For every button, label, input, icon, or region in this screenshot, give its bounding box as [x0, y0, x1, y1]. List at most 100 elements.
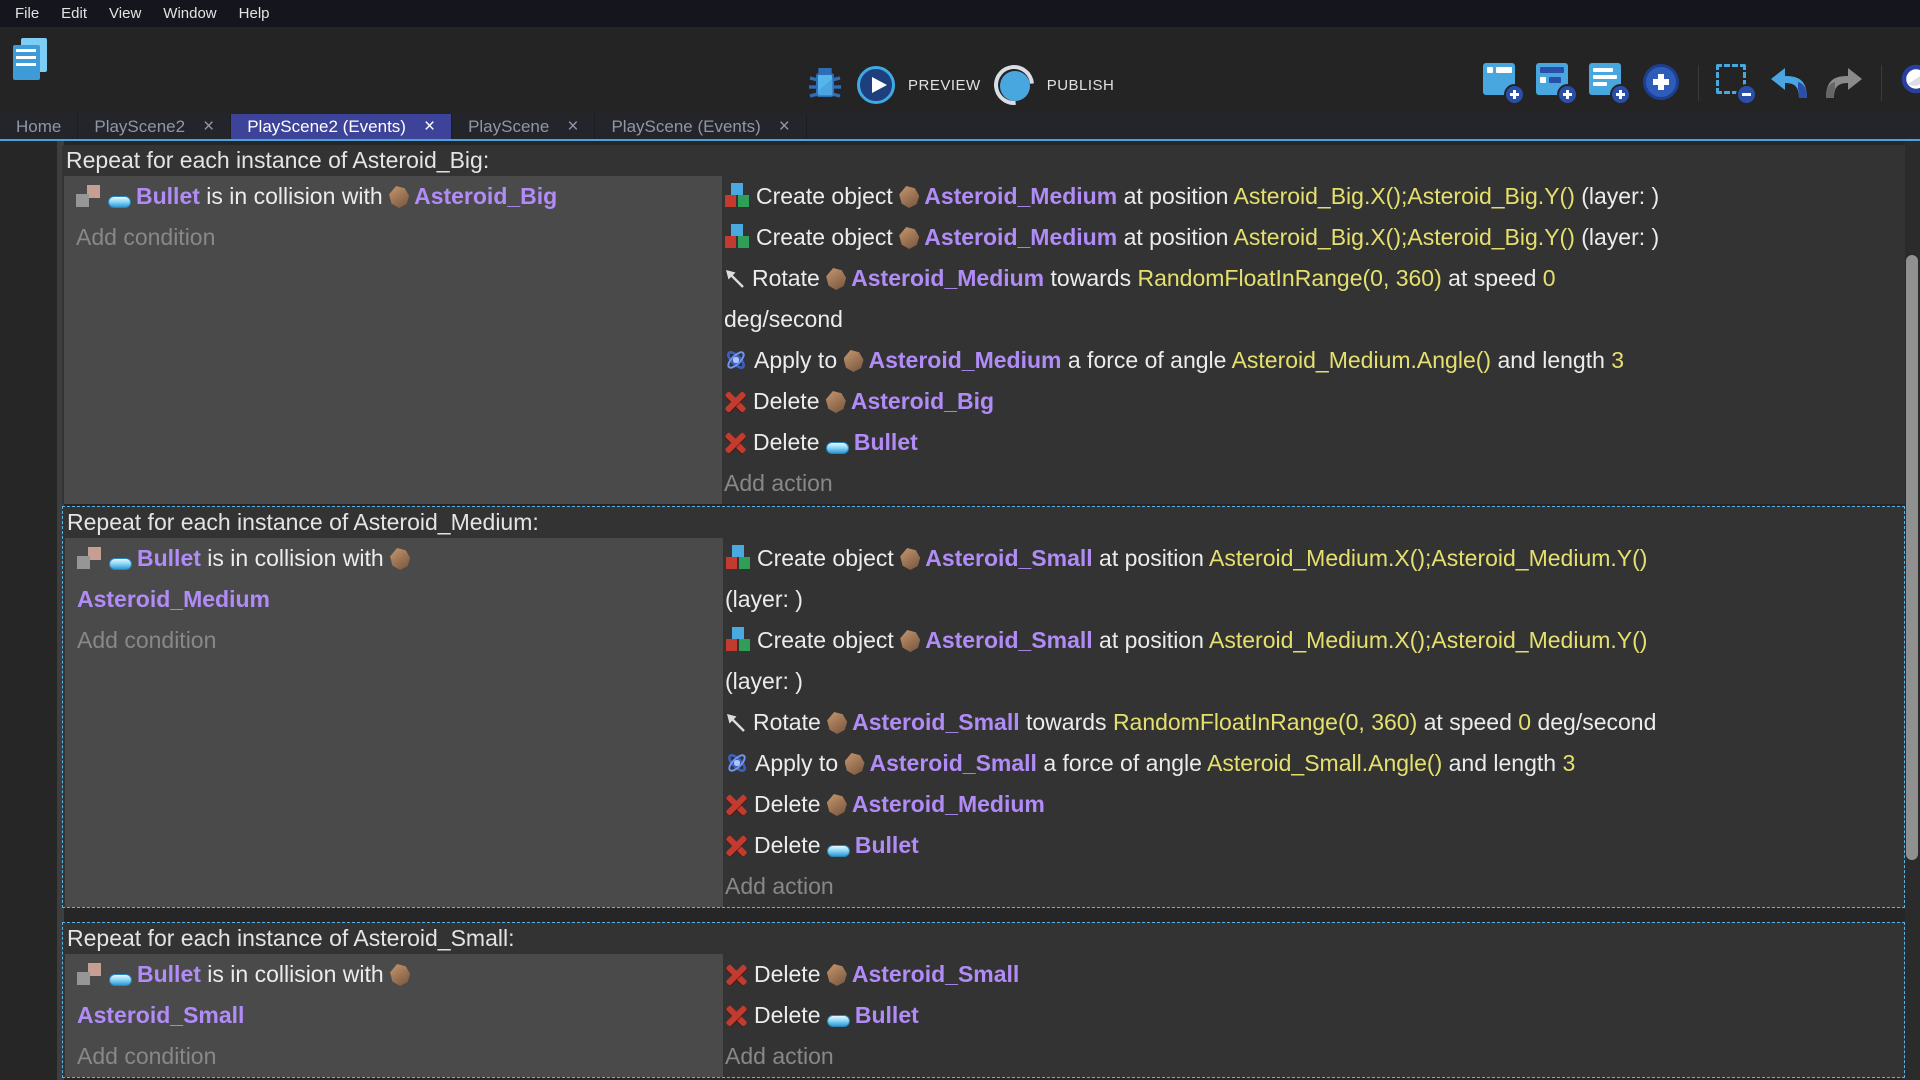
- text: (layer: ): [725, 668, 803, 694]
- object-name: Bullet: [137, 545, 201, 571]
- add-event-icon[interactable]: [1483, 63, 1523, 103]
- scrollbar-thumb[interactable]: [1906, 255, 1918, 860]
- delete-icon: [725, 834, 748, 857]
- asteroid-object-icon: [826, 268, 846, 290]
- rotate-icon: [724, 268, 746, 290]
- condition-row[interactable]: Bullet is in collision with Asteroid_Big: [76, 176, 712, 217]
- action-row[interactable]: Apply to Asteroid_Medium a force of angl…: [724, 340, 1875, 381]
- text: at position: [1093, 545, 1209, 571]
- action-row[interactable]: Create object Asteroid_Medium at positio…: [724, 176, 1875, 217]
- tab-playscene[interactable]: PlayScene ×: [452, 114, 595, 139]
- asteroid-object-icon: [900, 548, 920, 570]
- action-row[interactable]: Create object Asteroid_Medium at positio…: [724, 217, 1875, 258]
- action-row[interactable]: Delete Asteroid_Medium: [725, 784, 1874, 825]
- close-icon[interactable]: ×: [203, 117, 214, 136]
- select-remove-icon[interactable]: [1715, 63, 1755, 103]
- action-row[interactable]: Delete Asteroid_Big: [724, 381, 1875, 422]
- preview-button[interactable]: PREVIEW: [908, 77, 981, 94]
- condition-row[interactable]: Bullet is in collision with Asteroid_Med…: [77, 538, 713, 620]
- action-row[interactable]: Delete Bullet: [725, 825, 1874, 866]
- menu-edit[interactable]: Edit: [50, 5, 98, 22]
- search-icon[interactable]: [1898, 62, 1920, 104]
- text: at position: [1117, 183, 1233, 209]
- asteroid-object-icon: [827, 964, 847, 986]
- debugger-bug-icon[interactable]: [806, 65, 844, 105]
- event-block[interactable]: Repeat for each instance of Asteroid_Sma…: [62, 922, 1905, 1078]
- text: is in collision with: [201, 961, 390, 987]
- close-icon[interactable]: ×: [567, 117, 578, 136]
- events-stack: Repeat for each instance of Asteroid_Big…: [62, 145, 1905, 1078]
- add-subevent-icon[interactable]: [1536, 63, 1576, 103]
- asteroid-object-icon: [390, 548, 410, 570]
- add-action-button[interactable]: Add action: [725, 1036, 1874, 1077]
- action-row[interactable]: Create object Asteroid_Small at position…: [725, 620, 1874, 702]
- object-name: Bullet: [855, 1002, 919, 1028]
- object-name: Asteroid_Small: [852, 961, 1019, 987]
- tab-playscene2[interactable]: PlayScene2 ×: [78, 114, 231, 139]
- object-name: Asteroid_Medium: [77, 586, 270, 612]
- expression: RandomFloatInRange(0, 360): [1137, 265, 1441, 291]
- tab-playscene2-events[interactable]: PlayScene2 (Events) ×: [231, 114, 452, 139]
- object-name: Asteroid_Medium: [852, 791, 1045, 817]
- expression: Asteroid_Big.X();Asteroid_Big.Y(): [1234, 183, 1575, 209]
- text: Rotate: [753, 709, 827, 735]
- event-block[interactable]: Repeat for each instance of Asteroid_Big…: [62, 145, 1905, 504]
- object-name: Asteroid_Medium: [924, 183, 1117, 209]
- asteroid-object-icon: [845, 753, 865, 775]
- text: (layer: ): [1575, 224, 1659, 250]
- text: towards: [1044, 265, 1137, 291]
- action-row[interactable]: Create object Asteroid_Small at position…: [725, 538, 1874, 620]
- close-icon[interactable]: ×: [424, 117, 435, 136]
- action-row[interactable]: Delete Bullet: [725, 995, 1874, 1036]
- menu-view[interactable]: View: [98, 5, 152, 22]
- condition-row[interactable]: Bullet is in collision with Asteroid_Sma…: [77, 954, 713, 1036]
- add-condition-button[interactable]: Add condition: [77, 1036, 713, 1077]
- text: and length: [1442, 750, 1562, 776]
- text: at speed: [1442, 265, 1543, 291]
- tab-label: PlayScene (Events): [611, 117, 760, 137]
- event-header[interactable]: Repeat for each instance of Asteroid_Med…: [63, 507, 1904, 538]
- action-row[interactable]: Apply to Asteroid_Small a force of angle…: [725, 743, 1874, 784]
- tab-home[interactable]: Home: [0, 114, 78, 139]
- redo-icon[interactable]: [1823, 65, 1865, 101]
- object-name: Bullet: [137, 961, 201, 987]
- menu-help[interactable]: Help: [228, 5, 281, 22]
- create-icon: [725, 627, 751, 652]
- add-event-chooser-icon[interactable]: [1642, 63, 1682, 103]
- force-icon: [725, 751, 749, 775]
- force-icon: [724, 348, 748, 372]
- text: Rotate: [752, 265, 826, 291]
- vertical-scrollbar[interactable]: [1905, 141, 1920, 1080]
- action-row[interactable]: Delete Bullet: [724, 422, 1875, 463]
- menu-file[interactable]: File: [4, 5, 50, 22]
- expression: RandomFloatInRange(0, 360): [1113, 709, 1417, 735]
- events-sheet: Repeat for each instance of Asteroid_Big…: [0, 141, 1905, 1080]
- add-comment-icon[interactable]: [1589, 63, 1629, 103]
- action-row[interactable]: Delete Asteroid_Small: [725, 954, 1874, 995]
- undo-icon[interactable]: [1768, 65, 1810, 101]
- action-row[interactable]: Rotate Asteroid_Small towards RandomFloa…: [725, 702, 1874, 743]
- expression: Asteroid_Small.Angle(): [1207, 750, 1442, 776]
- asteroid-object-icon: [899, 186, 919, 208]
- preview-play-icon[interactable]: [857, 66, 895, 104]
- add-action-button[interactable]: Add action: [725, 866, 1874, 907]
- add-condition-button[interactable]: Add condition: [77, 620, 713, 661]
- event-block[interactable]: Repeat for each instance of Asteroid_Med…: [62, 506, 1905, 908]
- publish-button[interactable]: PUBLISH: [1047, 77, 1115, 94]
- tab-label: PlayScene2: [94, 117, 185, 137]
- menu-window[interactable]: Window: [152, 5, 227, 22]
- text: Delete: [754, 961, 827, 987]
- tab-playscene-events[interactable]: PlayScene (Events) ×: [595, 114, 806, 139]
- event-header[interactable]: Repeat for each instance of Asteroid_Sma…: [63, 923, 1904, 954]
- publish-globe-icon[interactable]: [994, 65, 1034, 105]
- expression: 3: [1562, 750, 1575, 776]
- add-condition-button[interactable]: Add condition: [76, 217, 712, 258]
- text: at speed: [1417, 709, 1518, 735]
- event-header[interactable]: Repeat for each instance of Asteroid_Big…: [62, 145, 1905, 176]
- text: Create object: [757, 627, 900, 653]
- close-icon[interactable]: ×: [779, 117, 790, 136]
- object-name: Asteroid_Medium: [869, 347, 1062, 373]
- add-action-button[interactable]: Add action: [724, 463, 1875, 504]
- action-row[interactable]: Rotate Asteroid_Medium towards RandomFlo…: [724, 258, 1875, 340]
- collision-icon: [76, 184, 102, 208]
